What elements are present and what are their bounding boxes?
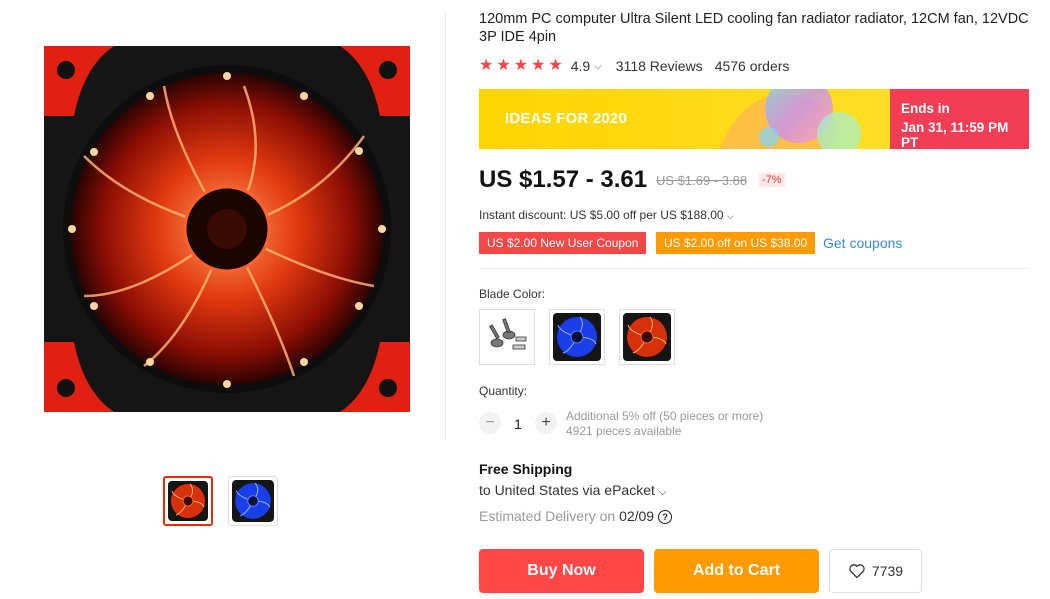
product-main-image bbox=[44, 46, 410, 412]
blade-color-label: Blade Color: bbox=[479, 287, 546, 301]
ends-label: Ends in bbox=[901, 101, 950, 116]
divider bbox=[479, 268, 1029, 269]
star-icon: ★ bbox=[513, 57, 529, 74]
variant-red-fan[interactable] bbox=[619, 309, 675, 365]
rating-row: ★ ★ ★ ★ ★ 4.9 ⌵ 3118 Reviews 4576 orders bbox=[479, 56, 789, 76]
star-icon: ★ bbox=[479, 57, 494, 74]
quantity-label: Quantity: bbox=[479, 384, 528, 398]
thumbnail-blue-fan[interactable] bbox=[228, 476, 278, 526]
red-fan-icon bbox=[168, 481, 208, 521]
buy-now-button[interactable]: Buy Now bbox=[479, 549, 644, 593]
quantity-decrease-button[interactable]: − bbox=[479, 412, 501, 434]
estimated-delivery: Estimated Delivery on 02/09? bbox=[479, 508, 673, 525]
countdown-box: Ends in Jan 31, 11:59 PM PT bbox=[890, 89, 1029, 149]
star-icon: ★ bbox=[496, 57, 511, 74]
promo-banner[interactable]: IDEAS FOR 2020 Ends in Jan 31, 11:59 PM … bbox=[479, 89, 1029, 149]
star-icon: ★ bbox=[548, 57, 563, 74]
variant-screws[interactable] bbox=[479, 309, 535, 365]
blue-fan-icon bbox=[232, 480, 274, 522]
discount-badge: -7% bbox=[759, 173, 785, 187]
help-icon[interactable]: ? bbox=[658, 510, 673, 525]
stock-text: 4921 pieces available bbox=[566, 424, 682, 438]
current-price: US $1.57 - 3.61 bbox=[479, 166, 648, 193]
screws-icon bbox=[483, 313, 531, 361]
rating-value[interactable]: 4.9 bbox=[571, 58, 590, 74]
quantity-info: Additional 5% off (50 pieces or more) 49… bbox=[566, 409, 763, 439]
new-user-coupon[interactable]: US $2.00 New User Coupon bbox=[479, 232, 647, 254]
chevron-down-icon[interactable]: ⌵ bbox=[594, 61, 602, 72]
heart-icon bbox=[849, 564, 865, 579]
red-fan-icon bbox=[623, 313, 671, 361]
original-price: US $1.69 - 3.88 bbox=[656, 173, 748, 188]
reviews-count[interactable]: 3118 Reviews bbox=[616, 58, 703, 74]
banner-title: IDEAS FOR 2020 bbox=[505, 110, 628, 127]
quantity-increase-button[interactable]: + bbox=[535, 412, 557, 434]
rating-stars: ★ ★ ★ ★ ★ bbox=[479, 58, 563, 74]
column-divider bbox=[445, 12, 446, 440]
star-icon: ★ bbox=[531, 57, 546, 74]
bulk-discount-text: Additional 5% off (50 pieces or more) bbox=[566, 409, 764, 423]
shipping-title: Free Shipping bbox=[479, 461, 573, 477]
product-title: 120mm PC computer Ultra Silent LED cooli… bbox=[479, 11, 1029, 45]
wishlist-button[interactable]: 7739 bbox=[829, 549, 922, 593]
instant-discount[interactable]: Instant discount: US $5.00 off per US $1… bbox=[479, 208, 734, 222]
add-to-cart-button[interactable]: Add to Cart bbox=[654, 549, 819, 593]
estimated-delivery-date: 02/09 bbox=[619, 508, 655, 524]
store-coupon[interactable]: US $2.00 off on US $38.00 bbox=[656, 232, 816, 254]
quantity-value[interactable]: 1 bbox=[510, 416, 526, 432]
chevron-down-icon: ⌵ bbox=[726, 211, 734, 221]
orders-count: 4576 orders bbox=[714, 58, 790, 74]
thumbnail-red-fan[interactable] bbox=[163, 476, 213, 526]
blue-fan-icon bbox=[553, 313, 601, 361]
get-coupons-link[interactable]: Get coupons bbox=[823, 235, 902, 251]
shipping-destination-text: to United States via ePacket bbox=[479, 482, 655, 498]
wishlist-count: 7739 bbox=[871, 563, 904, 579]
ends-date: Jan 31, 11:59 PM PT bbox=[901, 120, 1009, 149]
estimated-delivery-label: Estimated Delivery on bbox=[479, 508, 620, 524]
instant-discount-text: Instant discount: US $5.00 off per US $1… bbox=[479, 208, 724, 222]
variant-blue-fan[interactable] bbox=[549, 309, 605, 365]
shipping-destination[interactable]: to United States via ePacket ⌵ bbox=[479, 482, 666, 498]
chevron-down-icon: ⌵ bbox=[658, 487, 667, 498]
